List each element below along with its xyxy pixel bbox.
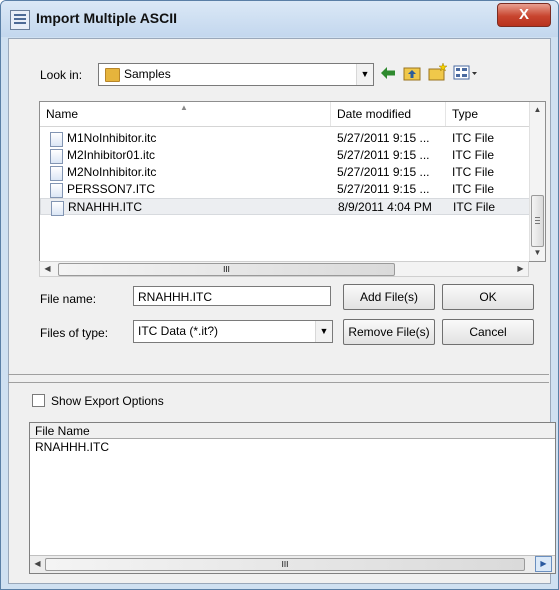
app-icon [10, 10, 30, 30]
show-export-options-label[interactable]: Show Export Options [51, 394, 164, 408]
look-in-combobox[interactable]: Samples ▼ [98, 63, 374, 86]
add-files-button[interactable]: Add File(s) [343, 284, 435, 310]
file-row[interactable]: M1NoInhibitor.itc 5/27/2011 9:15 ... ITC… [40, 130, 530, 147]
file-type-cell: ITC File [452, 182, 494, 196]
sort-ascending-icon: ▲ [180, 103, 188, 112]
file-type-cell: ITC File [453, 200, 495, 214]
file-icon [51, 201, 64, 216]
files-of-type-label: Files of type: [40, 326, 109, 340]
file-row[interactable]: PERSSON7.ITC 5/27/2011 9:15 ... ITC File [40, 181, 530, 198]
scrollbar-grip: III [281, 560, 289, 569]
file-name-cell: M2Inhibitor01.itc [67, 148, 156, 162]
scroll-left-icon[interactable]: ◀ [40, 261, 55, 277]
column-header-label: Type [452, 107, 479, 121]
scrollbar-thumb[interactable]: III [58, 263, 395, 276]
scrollbar-grip: III [223, 265, 230, 274]
separator [8, 374, 549, 375]
column-header-date[interactable]: Date modified [331, 102, 446, 126]
window-title: Import Multiple ASCII [36, 10, 178, 26]
file-date-cell: 5/27/2011 9:15 ... [337, 182, 430, 196]
file-list-horizontal-scrollbar[interactable]: ◀ III ▶ [39, 261, 529, 277]
scroll-left-icon[interactable]: ◀ [30, 556, 45, 572]
show-export-options-checkbox[interactable] [32, 394, 45, 407]
file-type-cell: ITC File [452, 131, 494, 145]
remove-files-button[interactable]: Remove File(s) [343, 319, 435, 345]
file-name-input[interactable]: RNAHHH.ITC [133, 286, 331, 306]
import-list-header: File Name [30, 423, 555, 439]
file-date-cell: 5/27/2011 9:15 ... [337, 148, 430, 162]
file-date-cell: 8/9/2011 4:04 PM [338, 200, 432, 214]
file-icon [50, 183, 63, 198]
new-folder-icon[interactable] [427, 61, 449, 83]
files-of-type-value: ITC Data (*.it?) [138, 324, 219, 338]
title-bar[interactable]: Import Multiple ASCII X [1, 1, 558, 37]
file-list-vertical-scrollbar[interactable]: ▲ ▼ [529, 102, 545, 261]
file-name-cell: PERSSON7.ITC [67, 182, 156, 196]
column-header-name[interactable]: Name ▲ [40, 102, 331, 126]
file-icon [50, 149, 63, 164]
file-name-label: File name: [40, 292, 97, 306]
file-list-view[interactable]: Name ▲ Date modified Type M1NoInhibitor.… [39, 101, 546, 262]
close-icon: X [518, 6, 529, 23]
scroll-right-icon[interactable]: ▶ [513, 261, 528, 277]
column-header-label: Date modified [337, 107, 412, 121]
look-in-value: Samples [124, 67, 171, 81]
close-button[interactable]: X [497, 3, 551, 27]
file-icon [50, 166, 63, 181]
file-name-cell: M2NoInhibitor.itc [67, 165, 157, 179]
import-list-item[interactable]: RNAHHH.ITC [35, 440, 109, 454]
up-folder-icon[interactable] [402, 63, 422, 83]
ok-button[interactable]: OK [442, 284, 534, 310]
file-type-cell: ITC File [452, 165, 494, 179]
chevron-down-icon[interactable]: ▼ [356, 64, 373, 85]
look-in-label: Look in: [40, 68, 83, 82]
file-row[interactable]: M2NoInhibitor.itc 5/27/2011 9:15 ... ITC… [40, 164, 530, 181]
scroll-down-icon[interactable]: ▼ [530, 245, 545, 261]
file-name-cell: RNAHHH.ITC [68, 200, 142, 214]
files-of-type-combobox[interactable]: ITC Data (*.it?) ▼ [133, 320, 333, 343]
file-type-cell: ITC File [452, 148, 494, 162]
column-header-type[interactable]: Type [446, 102, 530, 126]
back-icon[interactable] [379, 63, 397, 83]
cancel-button[interactable]: Cancel [442, 319, 534, 345]
scroll-up-icon[interactable]: ▲ [530, 102, 545, 118]
scrollbar-thumb[interactable] [531, 195, 544, 247]
scrollbar-thumb[interactable]: III [45, 558, 525, 571]
separator [8, 382, 549, 383]
file-row[interactable]: M2Inhibitor01.itc 5/27/2011 9:15 ... ITC… [40, 147, 530, 164]
file-date-cell: 5/27/2011 9:15 ... [337, 131, 430, 145]
scroll-right-icon[interactable]: ▶ [535, 556, 552, 572]
column-header-label: Name [46, 107, 79, 121]
import-file-list[interactable]: File Name RNAHHH.ITC ◀ III ▶ [29, 422, 556, 574]
folder-icon [105, 68, 120, 82]
chevron-down-icon[interactable]: ▼ [315, 321, 332, 342]
file-name-cell: M1NoInhibitor.itc [67, 131, 157, 145]
file-icon [50, 132, 63, 147]
file-list-header: Name ▲ Date modified Type [40, 102, 530, 127]
file-row-selected[interactable]: RNAHHH.ITC 8/9/2011 4:04 PM ITC File [40, 198, 530, 216]
file-date-cell: 5/27/2011 9:15 ... [337, 165, 430, 179]
view-menu-icon[interactable] [453, 63, 479, 83]
import-dialog-window: Import Multiple ASCII X Look in: Samples… [0, 0, 559, 590]
import-list-horizontal-scrollbar[interactable]: ◀ III ▶ [30, 555, 555, 573]
